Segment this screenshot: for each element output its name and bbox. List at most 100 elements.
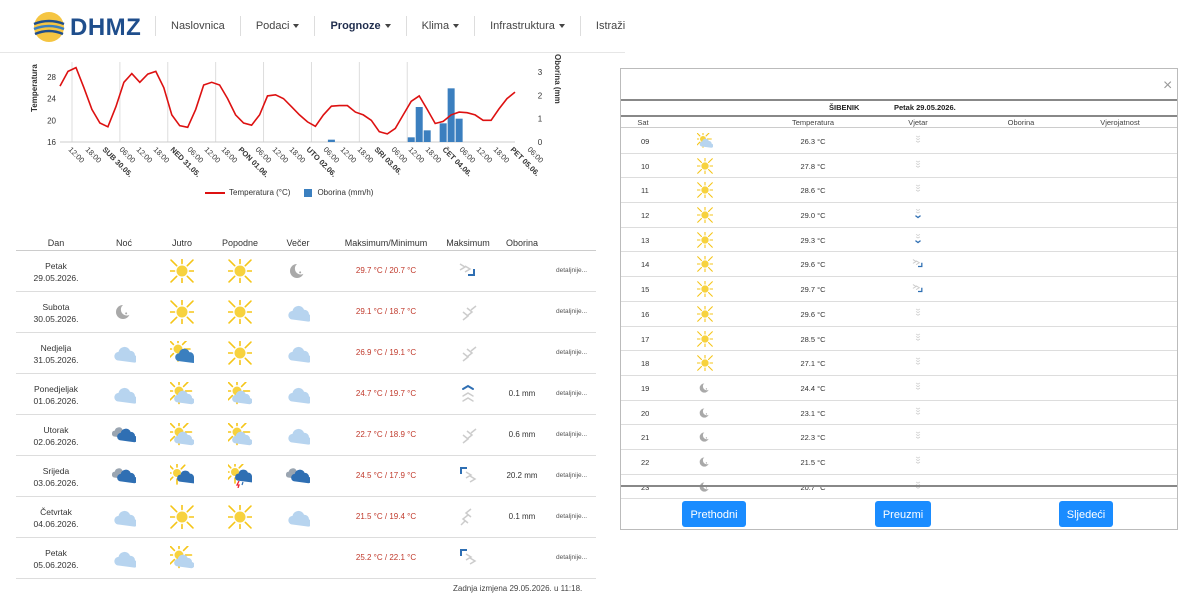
forecast-header-cell: Jutro: [171, 238, 193, 248]
sun-cloud-icon: [694, 130, 714, 149]
moon-icon: [112, 300, 136, 324]
day-name: Petak: [45, 261, 67, 271]
forecast-header-cell: Večer: [286, 238, 310, 248]
hour: 09: [641, 137, 650, 146]
forecast-header-cell: Noć: [115, 238, 133, 248]
chart-x-tick: 18:00: [424, 145, 444, 165]
hourly-temperature: 29.6 °C: [800, 309, 826, 319]
previous-button[interactable]: Prethodni: [682, 501, 746, 527]
nav-item-infrastruktura[interactable]: Infrastruktura: [474, 16, 580, 36]
hourly-row: 17 28.5 °C: [621, 327, 1177, 352]
day-name: Petak: [45, 548, 67, 558]
details-link[interactable]: detaljnije...: [556, 431, 587, 438]
hourly-row: 12 29.0 °C: [621, 203, 1177, 228]
rain-cloud-icon: [111, 423, 138, 447]
moon-icon: [697, 429, 713, 445]
nav-item-label: Istraživanje i su: [595, 20, 625, 32]
nav-item-label: Klima: [421, 20, 450, 32]
hourly-temperature: 26.3 °C: [800, 137, 826, 146]
details-link[interactable]: detaljnije...: [556, 349, 587, 356]
hour: 14: [641, 260, 650, 270]
forecast-row: Utorak 02.06.2026. 22.7 °C / 18.9 °C 0.6 mm…: [16, 415, 596, 456]
hourly-row: 15 29.7 °C: [621, 277, 1177, 302]
wind-light-icon: [911, 405, 925, 421]
modal-table-body: 09 26.3 °C 10 27.8 °C 11 28.6 °C 12 29.0 °C 13 29…: [621, 129, 1177, 500]
nav-item-podaci[interactable]: Podaci: [239, 16, 315, 36]
forecast-header-cell: Maksimum: [446, 238, 490, 248]
sun-icon: [694, 352, 716, 375]
nav-item-prognoze[interactable]: Prognoze: [314, 16, 405, 36]
hourly-temperature: 24.4 °C: [800, 383, 826, 393]
day-date: 01.06.2026.: [33, 396, 79, 406]
sun-icon: [223, 295, 257, 329]
forecast-day: Srijeda 03.06.2026.: [34, 465, 79, 489]
nav-item-naslovnica[interactable]: Naslovnica: [155, 16, 240, 36]
nav-item-istraživanje-i-su[interactable]: Istraživanje i su: [579, 16, 625, 36]
cloud-icon: [112, 382, 138, 406]
hourly-temperature: 22.3 °C: [800, 433, 826, 443]
hourly-row: 16 29.6 °C: [621, 302, 1177, 327]
wind-sw-light-icon: [457, 505, 479, 529]
wind-sw-icon: [457, 259, 479, 283]
details-link[interactable]: detaljnije...: [556, 267, 587, 274]
nav-item-label: Infrastruktura: [490, 20, 555, 32]
details-link[interactable]: detaljnije...: [556, 390, 587, 397]
dhmz-logo[interactable]: DHMZ: [32, 10, 152, 44]
sun-icon: [165, 254, 199, 288]
wind-ne-light-icon: [457, 300, 479, 324]
sun-icon: [694, 302, 716, 325]
day-name: Četvrtak: [40, 507, 72, 517]
chart-x-tick: 12:00: [475, 145, 495, 165]
chart-x-tick: 12:00: [203, 145, 223, 165]
sun-icon: [694, 253, 716, 276]
sun-icon: [694, 179, 716, 202]
wind-light-icon: [911, 380, 925, 396]
sun-cloud-icon: [165, 418, 195, 447]
chart-x-tick: 18:00: [220, 145, 240, 165]
details-link[interactable]: detaljnije...: [556, 513, 587, 520]
day-date: 05.06.2026.: [33, 560, 79, 570]
hourly-temperature: 28.6 °C: [800, 186, 826, 196]
wind-sw-icon: [911, 281, 925, 297]
cloud-icon: [286, 423, 312, 447]
modal-divider: [621, 485, 1177, 487]
modal-table-header: Sat Temperatura Vjetar Oborina Vjerojatn…: [621, 117, 1177, 128]
details-link[interactable]: detaljnije...: [556, 308, 587, 315]
modal-location: ŠIBENIK: [829, 103, 860, 112]
close-icon[interactable]: ×: [1163, 77, 1172, 95]
details-link[interactable]: detaljnije...: [556, 472, 587, 479]
chart-x-tick: 12:00: [407, 145, 427, 165]
forecast-day: Utorak 02.06.2026.: [34, 424, 79, 448]
hour: 16: [641, 309, 650, 319]
cloud-icon: [286, 300, 312, 324]
chart-precip-bar: [423, 130, 431, 142]
sun-icon: [694, 204, 716, 226]
hour: 10: [641, 161, 650, 171]
hourly-row: 21 22.3 °C: [621, 425, 1177, 450]
col-temperatura: Temperatura: [791, 118, 835, 127]
cloud-icon: [112, 546, 138, 570]
chart-x-tick: 18:00: [84, 145, 104, 165]
caret-down-icon: [558, 24, 565, 29]
wind-light-icon: [911, 182, 925, 198]
details-link[interactable]: detaljnije...: [556, 554, 587, 561]
rain-cloud-icon: [285, 464, 312, 488]
download-button[interactable]: Preuzmi: [875, 501, 931, 527]
day-date: 03.06.2026.: [33, 478, 79, 488]
chart-x-tick: 12:00: [135, 145, 155, 165]
hourly-temperature: 27.1 °C: [800, 359, 826, 369]
forecast-table-header: Dan Noć Jutro Popodne Večer Maksimum/Minimum M…: [16, 236, 596, 251]
moon-icon: [697, 380, 713, 396]
forecast-header-cell: Dan: [47, 238, 65, 248]
legend-precip-label: Oborina (mm/h): [317, 188, 374, 197]
nav-item-klima[interactable]: Klima: [405, 16, 475, 36]
caret-down-icon: [384, 24, 391, 29]
chart-x-tick: 12:00: [271, 145, 291, 165]
chart-y-left-tick: 20: [47, 116, 56, 125]
brand-name: DHMZ: [70, 14, 142, 41]
forecast-row: Ponedjeljak 01.06.2026. 24.7 °C / 19.7 °C 0…: [16, 374, 596, 415]
cloud-icon: [286, 341, 312, 365]
max-min-temperature: 26.9 °C / 19.1 °C: [355, 348, 417, 357]
max-min-temperature: 22.7 °C / 18.9 °C: [355, 430, 417, 439]
next-button[interactable]: Sljedeći: [1059, 501, 1113, 527]
